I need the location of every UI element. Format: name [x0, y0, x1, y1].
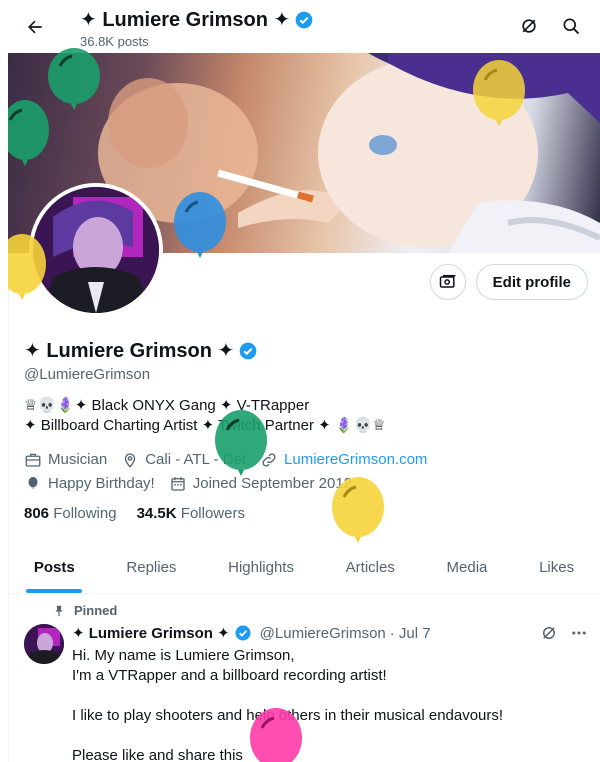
tab-articles[interactable]: Articles — [320, 541, 421, 593]
link-icon — [262, 453, 276, 467]
profile-actions: Edit profile — [429, 264, 588, 300]
follow-stats: 806 Following 34.5K Followers — [24, 505, 245, 522]
arrow-left-icon — [28, 20, 42, 34]
post-line: I like to play shooters and help others … — [72, 707, 504, 724]
search-icon — [563, 18, 580, 35]
header-title: ✦ Lumiere Grimson ✦ — [80, 7, 314, 32]
profile-avatar[interactable] — [29, 183, 163, 317]
bio-line: ♕💀🪻✦ Black ONYX Gang ✦ V-TRapper — [24, 397, 310, 414]
money-icon — [439, 274, 456, 288]
post-line: I'm a VTRapper and a billboard recording… — [72, 667, 387, 684]
edit-profile-button[interactable]: Edit profile — [475, 264, 588, 300]
grok-button[interactable] — [516, 13, 542, 39]
tab-posts[interactable]: Posts — [8, 541, 101, 593]
tab-media[interactable]: Media — [421, 541, 514, 593]
tab-highlights[interactable]: Highlights — [202, 541, 320, 593]
post-header: ✦ Lumiere Grimson ✦ @LumiereGrimson · Ju… — [72, 624, 431, 643]
post-line — [72, 686, 582, 706]
post-date[interactable]: · Jul 7 — [390, 625, 431, 642]
calendar-icon — [171, 477, 185, 491]
profile-meta: Musician Cali - ATL - Det LumiereGrimson… — [24, 448, 584, 496]
pin-icon — [55, 605, 63, 616]
bio-line: ✦ Billboard Charting Artist ✦ Twitch Par… — [24, 417, 386, 434]
pinned-indicator: Pinned — [52, 603, 117, 618]
profile-page: ✦ Lumiere Grimson ✦ 36.8K posts Edit pro… — [8, 0, 600, 762]
post-text: Hi. My name is Lumiere Grimson, I'm a VT… — [72, 646, 582, 762]
profile-handle: @LumiereGrimson — [24, 366, 151, 383]
briefcase-icon — [25, 453, 41, 467]
followers-link[interactable]: 34.5K Followers — [137, 505, 245, 522]
category-item: Musician — [24, 448, 107, 472]
pinned-post[interactable]: Pinned ✦ Lumiere Grimson ✦ @LumiereGrims… — [8, 594, 600, 762]
post-author-avatar[interactable] — [24, 624, 64, 664]
post-actions — [540, 624, 588, 642]
website-link[interactable]: LumiereGrimson.com — [284, 448, 427, 472]
grok-slash-icon — [522, 19, 536, 33]
tab-likes[interactable]: Likes — [513, 541, 600, 593]
post-line: Hi. My name is Lumiere Grimson, — [72, 647, 295, 664]
verified-badge-icon — [295, 11, 313, 28]
tab-replies[interactable]: Replies — [101, 541, 203, 593]
creator-studio-button[interactable] — [429, 264, 466, 300]
location-item: Cali - ATL - Det — [121, 448, 246, 472]
verified-badge-icon[interactable] — [238, 341, 258, 361]
profile-bio: ♕💀🪻✦ Black ONYX Gang ✦ V-TRapper ✦ Billb… — [24, 396, 584, 436]
avatar-artwork — [33, 187, 159, 313]
posts-count: 36.8K posts — [80, 34, 149, 49]
back-button[interactable] — [20, 12, 50, 42]
post-author-handle[interactable]: @LumiereGrimson — [260, 625, 386, 642]
profile-display-name: ✦ Lumiere Grimson ✦ — [24, 338, 258, 363]
following-link[interactable]: 806 Following — [24, 505, 117, 522]
balloon-icon — [28, 476, 38, 490]
search-button[interactable] — [558, 13, 584, 39]
post-line: Please like and share this — [72, 747, 243, 762]
post-line — [72, 726, 582, 746]
profile-tabs: Posts Replies Highlights Articles Media … — [8, 541, 600, 594]
post-avatar-artwork — [24, 624, 64, 664]
grok-slash-icon[interactable] — [540, 624, 558, 642]
more-options-icon[interactable] — [570, 624, 588, 642]
location-pin-icon — [125, 453, 136, 468]
top-bar: ✦ Lumiere Grimson ✦ 36.8K posts — [8, 0, 600, 53]
website-item: LumiereGrimson.com — [260, 448, 427, 472]
birthday-item: Happy Birthday! — [24, 472, 155, 496]
verified-badge-icon — [235, 625, 251, 641]
joined-item: Joined September 2012 — [169, 472, 352, 496]
post-author-name[interactable]: ✦ Lumiere Grimson ✦ — [72, 624, 230, 642]
